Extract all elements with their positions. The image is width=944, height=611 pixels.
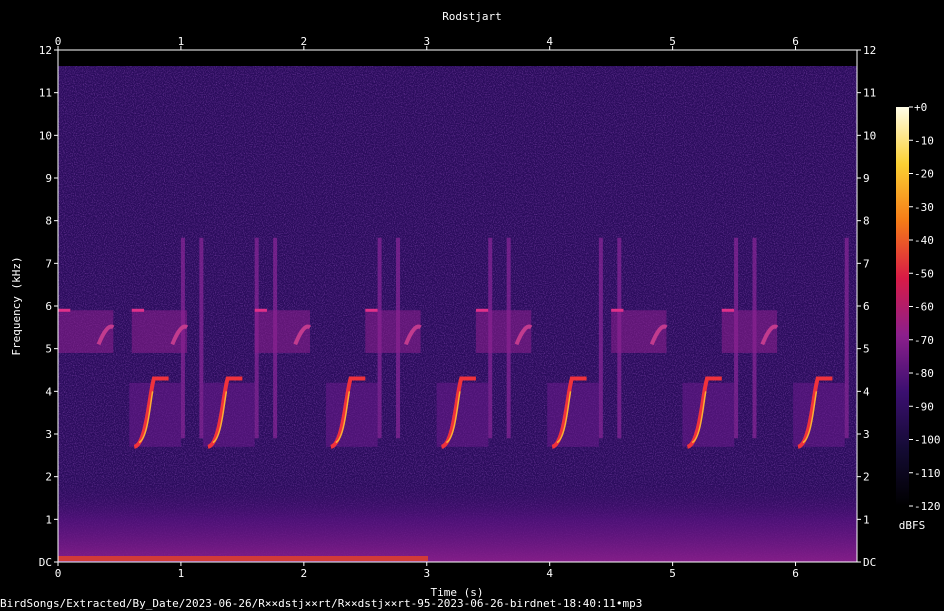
y-tick-label: 5 bbox=[45, 343, 52, 356]
x-tick-label-top: 3 bbox=[423, 35, 430, 48]
y-tick-label: 8 bbox=[45, 215, 52, 228]
y-tick-label: 11 bbox=[39, 87, 52, 100]
y-tick-label-right: 2 bbox=[863, 471, 870, 484]
x-tick-label-top: 4 bbox=[546, 35, 553, 48]
colorbar-tick-label: +0 bbox=[914, 101, 927, 114]
y-tick-label-right: 11 bbox=[863, 87, 876, 100]
x-tick-label-top: 6 bbox=[792, 35, 799, 48]
y-tick-label: 10 bbox=[39, 129, 52, 142]
y-tick-label: 12 bbox=[39, 44, 52, 57]
transient-streak bbox=[199, 237, 204, 439]
y-tick-label-right: 6 bbox=[863, 300, 870, 313]
colorbar-tick-label: -60 bbox=[914, 301, 934, 314]
colorbar-tick-label: -20 bbox=[914, 168, 934, 181]
colorbar-ticks: +0 -10 -20 -30 -40 -50 -60 -70 -80 -90 -100 -110 -12… bbox=[909, 101, 941, 513]
y-tick-label: 3 bbox=[45, 428, 52, 441]
x-tick-label: 0 bbox=[55, 567, 62, 580]
x-tick-label-top: 0 bbox=[55, 35, 62, 48]
x-tick-label-top: 1 bbox=[178, 35, 185, 48]
chart-title: Rodstjart bbox=[442, 10, 502, 23]
y-tick-label: 7 bbox=[45, 257, 52, 270]
sweep-harmonic-band bbox=[325, 382, 378, 447]
x-tick-label: 3 bbox=[423, 567, 430, 580]
y-tick-label-right: 4 bbox=[863, 385, 870, 398]
x-tick-label: 6 bbox=[792, 567, 799, 580]
y-axis-right: DC123456789101112 bbox=[857, 44, 876, 569]
y-axis-left: DC123456789101112 bbox=[39, 44, 58, 569]
x-tick-label: 5 bbox=[669, 567, 676, 580]
transient-streak bbox=[598, 237, 603, 439]
y-tick-label-right: 1 bbox=[863, 513, 870, 526]
x-tick-label: 1 bbox=[178, 567, 185, 580]
y-tick-label: 6 bbox=[45, 300, 52, 313]
y-tick-label-right: 7 bbox=[863, 257, 870, 270]
y-tick-label: 9 bbox=[45, 172, 52, 185]
sweep-harmonic-band bbox=[682, 382, 735, 447]
sweep-harmonic-band bbox=[203, 382, 255, 447]
colorbar-label: dBFS bbox=[899, 519, 926, 532]
y-tick-label: 2 bbox=[45, 471, 52, 484]
colorbar-tick-label: -50 bbox=[914, 267, 934, 280]
sweep-harmonic-band bbox=[129, 382, 181, 447]
colorbar-tick-label: -90 bbox=[914, 400, 934, 413]
sweep-harmonic-band bbox=[547, 382, 599, 447]
colorbar-tick-label: -80 bbox=[914, 367, 934, 380]
colorbar-tick-label: -120 bbox=[914, 500, 941, 513]
plot-area bbox=[57, 49, 858, 563]
footer-filename: BirdSongs/Extracted/By_Date/2023-06-26/R… bbox=[0, 597, 642, 610]
colorbar-tick-label: -10 bbox=[914, 134, 934, 147]
colorbar-tick-label: -40 bbox=[914, 234, 934, 247]
dc-hum-line bbox=[58, 556, 428, 561]
y-tick-label-right: 3 bbox=[863, 428, 870, 441]
x-tick-label-top: 2 bbox=[301, 35, 308, 48]
spectrogram-chart: Rodstjart 0123456 0123456 DC123456789101… bbox=[0, 10, 941, 610]
sweep-harmonic-band bbox=[793, 382, 845, 447]
y-tick-label-right: 10 bbox=[863, 129, 876, 142]
y-tick-label-right: 8 bbox=[863, 215, 870, 228]
colorbar: +0 -10 -20 -30 -40 -50 -60 -70 -80 -90 -100 -110 -12… bbox=[896, 101, 941, 532]
x-tick-label-top: 5 bbox=[669, 35, 676, 48]
x-axis-bottom: 0 1 2 3 4 5 6 bbox=[55, 562, 799, 580]
y-axis-label: Frequency (kHz) bbox=[10, 256, 23, 355]
x-tick-label: 2 bbox=[301, 567, 308, 580]
y-tick-label: DC bbox=[39, 556, 52, 569]
x-tick-label: 4 bbox=[546, 567, 553, 580]
y-tick-label: 4 bbox=[45, 385, 52, 398]
y-tick-label-right: 5 bbox=[863, 343, 870, 356]
y-tick-label-right: 9 bbox=[863, 172, 870, 185]
y-tick-label-right: 12 bbox=[863, 44, 876, 57]
y-tick-label-right: DC bbox=[863, 556, 876, 569]
colorbar-tick-label: -30 bbox=[914, 201, 934, 214]
x-axis-top: 0 1 2 3 4 5 6 bbox=[55, 35, 799, 50]
colorbar-tick-label: -100 bbox=[914, 434, 941, 447]
colorbar-tick-label: -70 bbox=[914, 334, 934, 347]
colorbar-bar bbox=[896, 107, 909, 506]
y-tick-label: 1 bbox=[45, 513, 52, 526]
sweep-harmonic-band bbox=[436, 382, 489, 447]
low-frequency-noise-band bbox=[58, 477, 857, 562]
transient-streak bbox=[844, 237, 849, 439]
colorbar-tick-label: -110 bbox=[914, 467, 941, 480]
